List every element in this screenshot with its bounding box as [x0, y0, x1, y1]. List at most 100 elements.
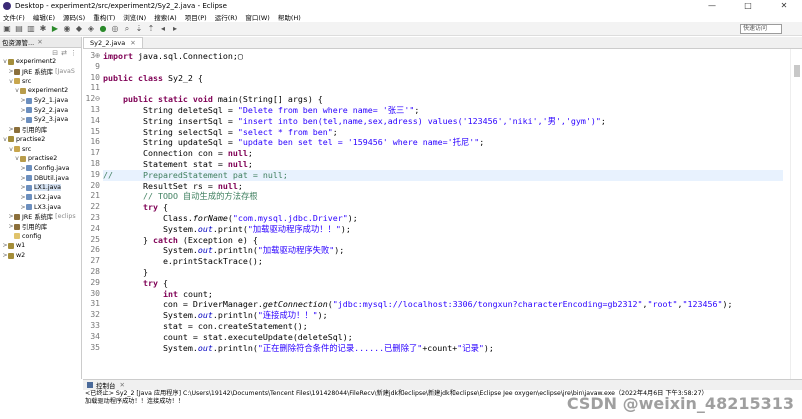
new-class-icon[interactable]: ●	[98, 24, 108, 34]
tree-item[interactable]: > Sy2_1.java	[0, 96, 81, 106]
code-area[interactable]: import java.sql.Connection;▢ public class…	[103, 49, 783, 379]
run-icon[interactable]: ▶	[50, 24, 60, 34]
menu-refactor[interactable]: 重构(T)	[90, 12, 120, 22]
tree-item[interactable]: v practise2	[0, 135, 81, 145]
tree-item[interactable]: > JRE 系统库 [eclips	[0, 212, 81, 222]
new-java-project-icon[interactable]: ◆	[74, 24, 84, 34]
code-line[interactable]: try {	[103, 202, 783, 213]
maximize-button[interactable]: □	[730, 0, 766, 11]
tree-item[interactable]: config	[0, 231, 81, 241]
package-explorer-tab[interactable]: 包资源管... ✕	[0, 37, 81, 48]
menu-search[interactable]: 搜索(A)	[151, 12, 182, 22]
code-line[interactable]: public class Sy2_2 {	[103, 73, 783, 84]
tree-item[interactable]: > w2	[0, 251, 81, 261]
code-line[interactable]: ResultSet rs = null;	[103, 181, 783, 192]
tree-item[interactable]: > 引用的库	[0, 222, 81, 232]
back-icon[interactable]: ◂	[158, 24, 168, 34]
tree-item-decoration: [eclips	[55, 213, 76, 221]
search-icon[interactable]: ⌕	[122, 24, 132, 34]
code-line[interactable]: String selectSql = "select * from ben";	[103, 127, 783, 138]
tree-item[interactable]: > LX1.java	[0, 183, 81, 193]
java-file-icon	[26, 165, 32, 172]
quick-access-field[interactable]: 快速访问	[740, 24, 782, 34]
code-line[interactable]: Connection con = null;	[103, 148, 783, 159]
new-icon[interactable]: ▣	[2, 24, 12, 34]
link-editor-icon[interactable]: ⇄	[61, 49, 67, 57]
code-line[interactable]: String updateSql = "update ben set tel =…	[103, 137, 783, 148]
tree-item-label: experiment2	[28, 87, 69, 95]
debug-icon[interactable]: ✱	[38, 24, 48, 34]
menu-project[interactable]: 项目(P)	[182, 12, 212, 22]
new-package-icon[interactable]: ◈	[86, 24, 96, 34]
code-line[interactable]: Statement stat = null;	[103, 159, 783, 170]
menu-navigate[interactable]: 浏览(N)	[120, 12, 151, 22]
print-icon[interactable]: ▥	[26, 24, 36, 34]
code-line[interactable]: e.printStackTrace();	[103, 256, 783, 267]
tree-item[interactable]: > LX3.java	[0, 202, 81, 212]
code-line[interactable]: System.out.println("连接成功！！");	[103, 310, 783, 321]
tree-item[interactable]: v src	[0, 144, 81, 154]
minimize-button[interactable]: —	[694, 0, 730, 11]
tree-item[interactable]: > Sy2_3.java	[0, 115, 81, 125]
code-line[interactable]: Class.forName("com.mysql.jdbc.Driver");	[103, 213, 783, 224]
code-line[interactable]: String insertSql = "insert into ben(tel,…	[103, 116, 783, 127]
tree-item[interactable]: > LX2.java	[0, 193, 81, 203]
menu-edit[interactable]: 编辑(E)	[30, 12, 60, 22]
code-line[interactable]: // TODO 自动生成的方法存根	[103, 191, 783, 202]
tree-item[interactable]: > DBUtil.java	[0, 173, 81, 183]
tree-item[interactable]: v src	[0, 76, 81, 86]
close-window-button[interactable]: ✕	[766, 0, 802, 11]
tree-item[interactable]: > w1	[0, 241, 81, 251]
code-line[interactable]: System.out.println("正在删除符合条件的记录......已删除…	[103, 343, 783, 354]
code-line[interactable]: String deleteSql = "Delete from ben wher…	[103, 105, 783, 116]
forward-icon[interactable]: ▸	[170, 24, 180, 34]
tree-item[interactable]: v practise2	[0, 154, 81, 164]
line-number: 9	[95, 61, 100, 71]
tree-item[interactable]: > JRE 系统库 [JavaS	[0, 67, 81, 77]
close-icon[interactable]: ✕	[130, 39, 135, 47]
code-line[interactable]: System.out.print("加载驱动程序成功！！");	[103, 224, 783, 235]
tree-item-label: JRE 系统库	[22, 214, 54, 222]
line-number: 16	[90, 137, 100, 147]
tree-item[interactable]: > 引用的库	[0, 125, 81, 135]
external-tools-icon[interactable]: ◉	[62, 24, 72, 34]
code-line[interactable]: count = stat.executeUpdate(deleteSql);	[103, 332, 783, 343]
scrollbar-thumb[interactable]	[794, 65, 800, 77]
package-explorer-title: 包资源管...	[2, 39, 35, 47]
code-line[interactable]: System.out.println("加载驱动程序失败");	[103, 245, 783, 256]
menu-help[interactable]: 帮助(H)	[275, 12, 306, 22]
code-line[interactable]: import java.sql.Connection;▢	[103, 51, 783, 62]
editor-tab-sy2-2[interactable]: Sy2_2.java ✕	[83, 37, 143, 48]
code-line[interactable]: try {	[103, 278, 783, 289]
tree-item[interactable]: v experiment2	[0, 57, 81, 67]
code-line[interactable]: // PreparedStatement pat = null;	[103, 169, 783, 181]
open-type-icon[interactable]: ◎	[110, 24, 120, 34]
menu-window[interactable]: 窗口(W)	[242, 12, 275, 22]
menu-run[interactable]: 运行(R)	[212, 12, 243, 22]
collapse-all-icon[interactable]: ⊟	[52, 49, 58, 57]
code-line[interactable]: con = DriverManager.getConnection("jdbc:…	[103, 299, 783, 310]
next-annotation-icon[interactable]: ⇣	[134, 24, 144, 34]
code-line[interactable]: }	[103, 267, 783, 278]
menu-file[interactable]: 文件(F)	[0, 12, 30, 22]
line-number: 21	[90, 191, 100, 201]
watermark: CSDN @weixin_48215313	[566, 394, 794, 413]
code-line[interactable]: } catch (Exception e) {	[103, 235, 783, 246]
java-file-icon	[26, 97, 32, 104]
tree-item[interactable]: > Sy2_2.java	[0, 105, 81, 115]
code-line[interactable]: public static void main(String[] args) {	[103, 94, 783, 105]
code-line[interactable]: stat = con.createStatement();	[103, 321, 783, 332]
tree-item-label: LX1.java	[34, 184, 62, 192]
tree-item[interactable]: > Config.java	[0, 164, 81, 174]
save-icon[interactable]: ▤	[14, 24, 24, 34]
menu-source[interactable]: 源码(S)	[60, 12, 90, 22]
code-line[interactable]: int count;	[103, 289, 783, 300]
view-menu-icon[interactable]: ⋮	[70, 49, 77, 57]
console-tab[interactable]: 控制台 ✕	[83, 380, 802, 390]
java-file-icon	[26, 175, 32, 182]
editor-vertical-scrollbar[interactable]	[790, 49, 802, 379]
prev-annotation-icon[interactable]: ⇡	[146, 24, 156, 34]
close-icon[interactable]: ✕	[37, 38, 42, 46]
tree-item[interactable]: v experiment2	[0, 86, 81, 96]
close-icon[interactable]: ✕	[120, 381, 125, 389]
